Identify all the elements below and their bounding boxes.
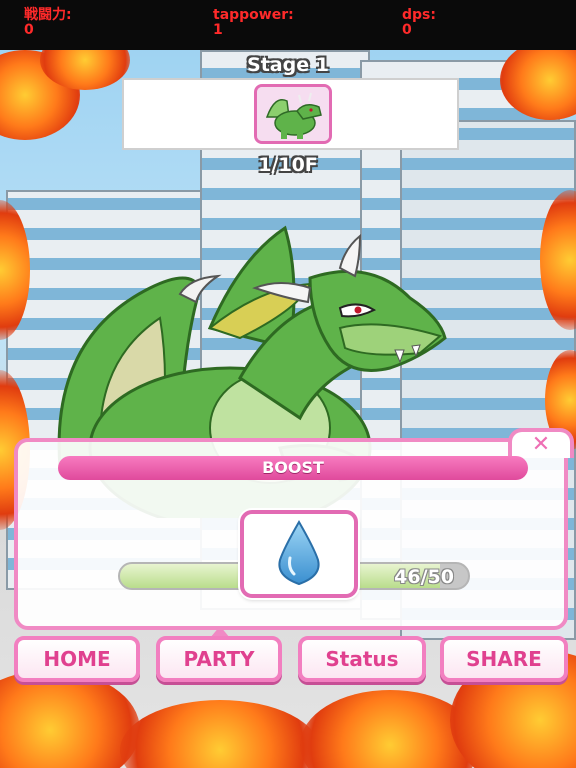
home-button[interactable]: HOME [14, 636, 140, 682]
close-button[interactable]: ✕ [508, 428, 574, 458]
fire-effect [0, 670, 140, 768]
tappower-value: 1 [213, 22, 223, 38]
stage-title: Stage 1 [247, 54, 329, 76]
tappower-label: tappower: [213, 7, 294, 23]
power-value: 0 [24, 22, 34, 38]
floor-counter: 1/10F [258, 154, 318, 176]
boost-item-button[interactable] [240, 510, 358, 598]
boost-header: BOOST [58, 456, 528, 480]
enemy-panel [122, 78, 459, 150]
dps-label: dps: [402, 7, 436, 23]
dps-stat: dps: 0 [402, 8, 436, 38]
boost-panel: ✕ BOOST 46/50 [14, 428, 574, 630]
party-button[interactable]: PARTY [156, 636, 282, 682]
tappower-stat: tappower: 1 [213, 8, 294, 38]
boost-value: 46/50 [394, 566, 454, 588]
power-label: 戦闘力: [24, 7, 72, 23]
power-stat: 戦闘力: 0 [24, 8, 72, 38]
status-button[interactable]: Status [298, 636, 426, 682]
dps-value: 0 [402, 22, 412, 38]
close-icon: ✕ [531, 432, 551, 457]
stats-bar: 戦闘力: 0 tappower: 1 dps: 0 [0, 0, 576, 50]
fire-effect [120, 700, 320, 768]
share-button[interactable]: SHARE [440, 636, 568, 682]
water-drop-icon [278, 519, 320, 586]
dragon-icon [254, 84, 332, 144]
